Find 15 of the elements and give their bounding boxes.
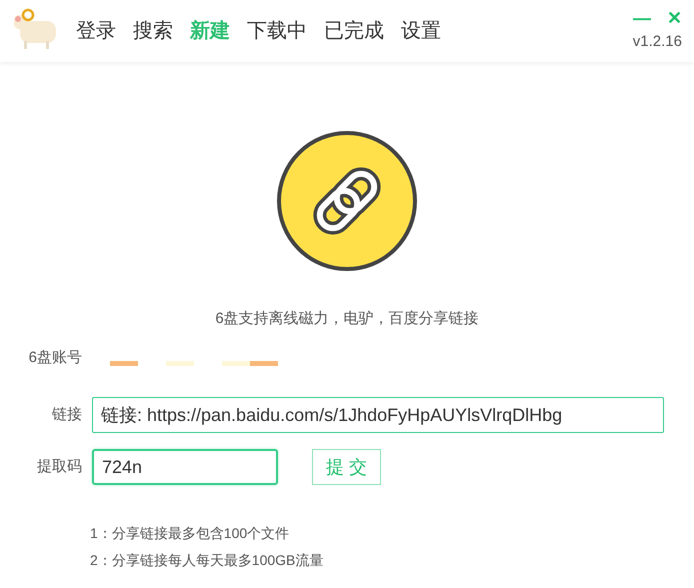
link-icon <box>276 130 418 272</box>
nav-tab[interactable]: 登录 <box>76 16 116 46</box>
account-label: 6盘账号 <box>28 348 82 368</box>
link-label: 链接 <box>51 404 82 425</box>
version-label: v1.2.16 <box>632 32 682 52</box>
nav-tab[interactable]: 设置 <box>401 16 441 46</box>
caption: 6盘支持离线磁力，电驴，百度分享链接 <box>215 309 479 329</box>
code-field[interactable]: 724n <box>92 449 278 485</box>
link-field[interactable]: 链接: https://pan.baidu.com/s/1JhdoFyHpAUYlsVlrqDlHbg <box>92 397 664 433</box>
nav-tab[interactable]: 搜索 <box>133 16 173 46</box>
code-label: 提取码 <box>36 456 82 477</box>
nav-tab[interactable]: 下载中 <box>247 16 307 46</box>
note-text: 1：分享链接最多包含100个文件 <box>90 524 290 543</box>
nav-tab[interactable]: 已完成 <box>324 16 384 46</box>
note-text: 2：分享链接每人每天最多100GB流量 <box>90 551 324 570</box>
